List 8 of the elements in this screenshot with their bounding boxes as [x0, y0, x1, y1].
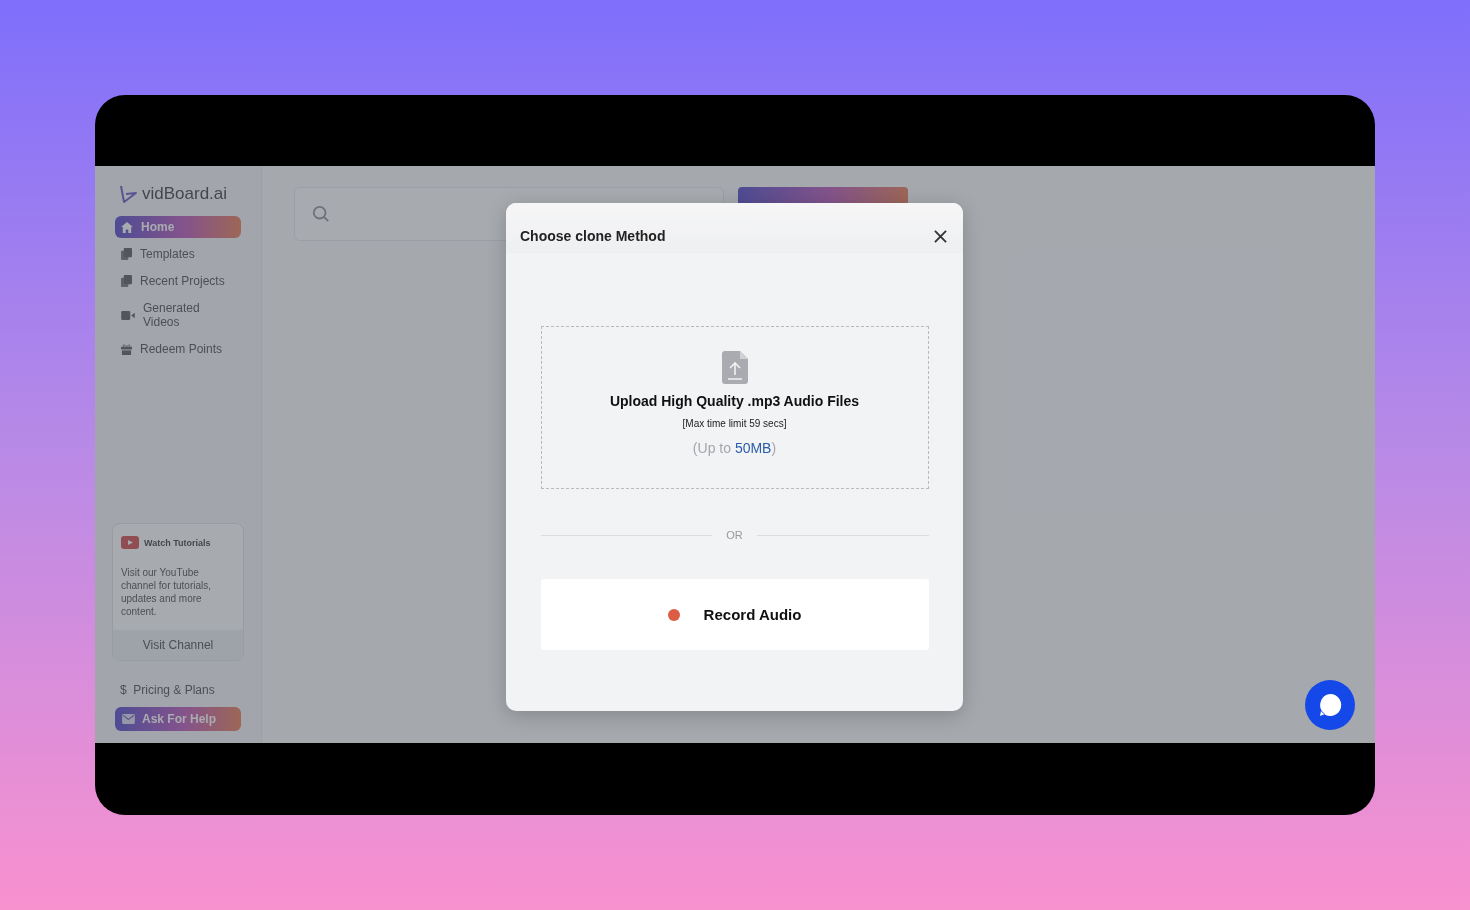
upload-title: Upload High Quality .mp3 Audio Files	[609, 393, 860, 409]
card-text: Visit our YouTube channel for tutorials, updates and more content.	[121, 566, 213, 618]
logo-text: vidBoard.ai	[142, 184, 228, 204]
or-divider-text: OR	[726, 529, 743, 541]
upload-hint: [Max time limit 59 secs]	[682, 418, 787, 429]
size-limit-note: (Up to 50MB)	[692, 440, 777, 456]
modal-title: Choose clone Method	[520, 228, 666, 244]
card-title: Watch Tutorials	[144, 537, 211, 548]
